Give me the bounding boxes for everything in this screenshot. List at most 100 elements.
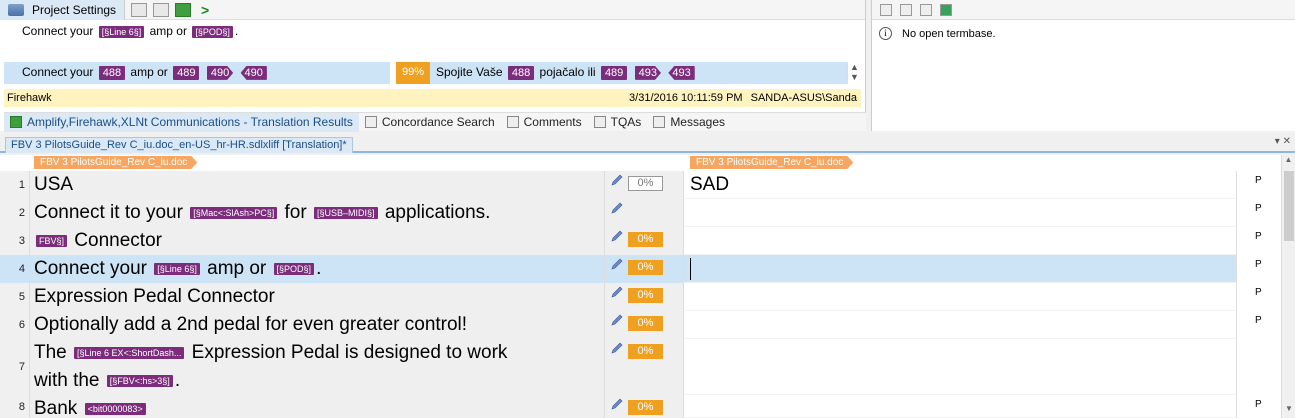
match-percent: 0% — [628, 176, 663, 191]
segment-number: 8 — [0, 395, 30, 418]
tab-label: Comments — [523, 115, 582, 129]
match-tag: 493 — [635, 66, 661, 80]
match-percent: 0% — [628, 232, 663, 247]
close-icon[interactable]: ✕ — [1283, 136, 1291, 147]
segment-target-input[interactable] — [684, 255, 1236, 283]
match-target: Spojite Vaše 488 pojačalo ili 489 493 49… — [430, 62, 847, 84]
match-text: amp or — [130, 65, 168, 79]
termbase-message: i No open termbase. — [872, 20, 1295, 40]
source-text: Expression Pedal is designed to work — [191, 342, 508, 363]
segment-row[interactable]: 1 USA 0% SAD P — [0, 171, 1281, 199]
tm-match-row[interactable]: 1 Connect your 488 amp or 489 490 490 99… — [4, 62, 861, 102]
search-term-icon[interactable] — [880, 3, 892, 16]
pencil-icon — [611, 342, 623, 354]
inline-tag: FBV§] — [36, 234, 68, 247]
view-term-icon[interactable] — [920, 3, 932, 16]
segment-target[interactable]: SAD — [684, 171, 1236, 199]
match-percent: 0% — [628, 316, 663, 331]
segment-row[interactable]: 6 Optionally add a 2nd pedal for even gr… — [0, 311, 1281, 339]
segment-row[interactable]: 5 Expression Pedal Connector 0% P — [0, 283, 1281, 311]
segment-number: 5 — [0, 283, 30, 311]
play-icon[interactable]: > — [201, 2, 209, 18]
pencil-icon — [611, 174, 623, 186]
segment-target[interactable] — [684, 311, 1236, 339]
project-settings-button[interactable]: Project Settings — [0, 0, 126, 20]
segment-status: 0% — [604, 171, 684, 199]
segment-flag — [1236, 339, 1281, 395]
chevron-up-icon[interactable]: ▲ — [1282, 155, 1295, 169]
tqa-icon — [593, 116, 606, 128]
source-text: applications. — [384, 202, 491, 223]
match-tag: 490 — [240, 65, 267, 80]
segment-flag: P — [1236, 199, 1281, 227]
segment-flag: P — [1236, 227, 1281, 255]
translation-results-panel: Project Settings > Connect your [§Line 6… — [0, 0, 866, 132]
termbase-icon[interactable] — [940, 3, 952, 16]
segment-target[interactable] — [684, 395, 1236, 418]
document-tabbar: FBV 3 PilotsGuide_Rev C_iu.doc_en-US_hr-… — [0, 136, 1295, 153]
copy-source-icon[interactable] — [153, 2, 170, 17]
comments-icon — [506, 116, 519, 128]
match-date: 3/31/2016 10:11:59 PM — [629, 92, 743, 104]
match-text: Connect your — [22, 65, 94, 79]
match-tag: 488 — [507, 65, 535, 80]
source-text: . — [316, 258, 322, 279]
pencil-icon — [611, 230, 623, 242]
segment-number: 4 — [0, 255, 30, 283]
segment-row[interactable]: 7 The [§Line 6 EX<:ShortDash... Expressi… — [0, 339, 1281, 395]
segment-row-active[interactable]: 4 Connect your [§Line 6§] amp or [§POD§]… — [0, 255, 1281, 283]
tab-concordance-search[interactable]: Concordance Search — [359, 113, 501, 132]
source-text: for — [284, 202, 307, 223]
tab-label: Concordance Search — [381, 115, 495, 129]
tab-label: TQAs — [610, 115, 642, 129]
document-tab[interactable]: FBV 3 PilotsGuide_Rev C_iu.doc_en-US_hr-… — [5, 137, 353, 153]
inline-tag: [§POD§] — [273, 262, 315, 275]
segment-status: 0% — [604, 227, 684, 255]
tab-tqas[interactable]: TQAs — [588, 113, 648, 132]
source-preview: Connect your [§Line 6§] amp or [§POD§]. — [0, 20, 865, 42]
match-info-bar: Firehawk 3/31/2016 10:11:59 PM SANDA-ASU… — [4, 89, 861, 107]
info-icon: i — [879, 27, 892, 40]
preview-text: Connect your — [22, 24, 94, 38]
editor-scrollbar[interactable]: ▲ ▼ — [1281, 155, 1295, 418]
add-term-icon[interactable] — [900, 3, 912, 16]
tab-translation-results[interactable]: Amplify,Firehawk,XLNt Communications - T… — [4, 112, 359, 132]
segment-target[interactable] — [684, 283, 1236, 311]
segment-status: 0% — [604, 283, 684, 311]
chevron-down-icon[interactable]: ▼ — [848, 72, 861, 82]
chevron-up-icon[interactable]: ▲ — [848, 62, 861, 72]
match-scrollbar[interactable]: ▲ ▼ — [847, 62, 861, 84]
project-settings-label: Project Settings — [32, 2, 117, 17]
source-text: . — [174, 370, 181, 391]
segment-source: Expression Pedal Connector — [30, 283, 604, 311]
apply-translation-icon[interactable] — [131, 2, 148, 17]
scrollbar-thumb[interactable] — [1284, 171, 1294, 241]
segment-row[interactable]: 3 FBV§] Connector 0% P — [0, 227, 1281, 255]
segment-number: 7 — [0, 339, 30, 395]
tab-comments[interactable]: Comments — [501, 113, 588, 132]
segment-status: 0% — [604, 311, 684, 339]
segment-source: Connect your [§Line 6§] amp or [§POD§]. — [30, 255, 604, 283]
chevron-down-icon[interactable]: ▼ — [1282, 404, 1295, 418]
source-text: The — [34, 342, 67, 363]
tab-messages[interactable]: Messages — [647, 113, 731, 132]
match-source: 1 Connect your 488 amp or 489 490 490 — [4, 62, 390, 102]
segment-target[interactable] — [684, 227, 1236, 255]
source-text: Connect it to your — [34, 202, 183, 223]
translation-results-icon — [10, 116, 22, 128]
preview-tag: [§POD§] — [192, 25, 233, 38]
binoculars-icon — [364, 116, 377, 128]
segment-row[interactable]: 8 Bank <bit0000083> 0% P — [0, 395, 1281, 418]
match-origin: Firehawk — [7, 92, 52, 104]
match-text: Spojite Vaše — [436, 65, 503, 79]
segment-flag: P — [1236, 255, 1281, 283]
segment-target[interactable] — [684, 199, 1236, 227]
accept-result-icon[interactable] — [175, 2, 192, 17]
pencil-icon — [611, 286, 623, 298]
target-file-label: FBV 3 PilotsGuide_Rev C_iu.doc — [690, 156, 853, 169]
segment-source: Connect it to your [§Mac<:SlAsh>PC§] for… — [30, 199, 604, 227]
chevron-down-icon[interactable]: ▾ — [1275, 136, 1280, 147]
segment-source: Optionally add a 2nd pedal for even grea… — [30, 311, 604, 339]
segment-row[interactable]: 2 Connect it to your [§Mac<:SlAsh>PC§] f… — [0, 199, 1281, 227]
segment-target[interactable] — [684, 339, 1236, 395]
